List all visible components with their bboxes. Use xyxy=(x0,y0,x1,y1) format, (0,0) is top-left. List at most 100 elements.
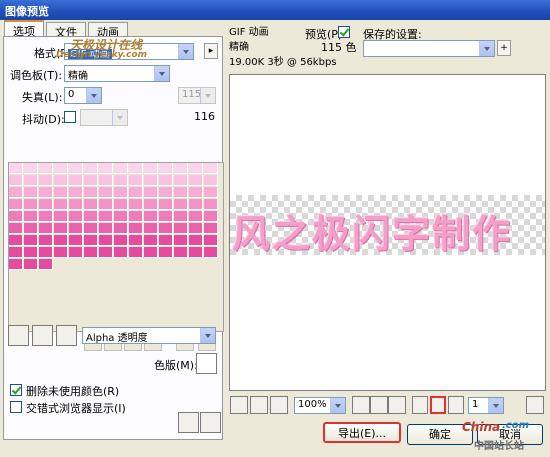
last-frame-icon[interactable] xyxy=(448,396,464,414)
export-button[interactable]: 导出(E)... xyxy=(323,422,401,443)
palette-swatch[interactable] xyxy=(174,211,188,222)
palette-swatch[interactable] xyxy=(69,199,83,210)
chevron-down-icon[interactable] xyxy=(200,88,215,103)
palette-swatch[interactable] xyxy=(9,199,23,210)
frame-select[interactable]: 1 xyxy=(468,397,504,414)
palette-swatch[interactable] xyxy=(204,247,218,258)
palette-swatch[interactable] xyxy=(189,163,203,174)
palette-swatch[interactable] xyxy=(39,187,53,198)
palette-swatch[interactable] xyxy=(84,175,98,186)
palette-swatch[interactable] xyxy=(84,187,98,198)
chevron-down-icon[interactable] xyxy=(86,88,101,103)
palette-swatch[interactable] xyxy=(129,247,143,258)
palette-swatch[interactable] xyxy=(159,235,173,246)
palette-swatch[interactable] xyxy=(24,235,38,246)
chevron-down-icon[interactable] xyxy=(479,41,494,56)
palette-swatch[interactable] xyxy=(189,235,203,246)
palette-swatch[interactable] xyxy=(69,163,83,174)
palette-swatch[interactable] xyxy=(159,175,173,186)
preview-checkbox[interactable] xyxy=(338,26,350,38)
palette-swatch[interactable] xyxy=(24,187,38,198)
palette-select[interactable]: 精确 xyxy=(64,65,170,82)
two-up-view-icon[interactable] xyxy=(370,396,388,414)
palette-swatch[interactable] xyxy=(99,247,113,258)
palette-swatch[interactable] xyxy=(99,211,113,222)
palette-swatch[interactable] xyxy=(39,211,53,222)
palette-swatch[interactable] xyxy=(114,235,128,246)
palette-swatch[interactable] xyxy=(9,223,23,234)
palette-swatch[interactable] xyxy=(144,187,158,198)
palette-swatch[interactable] xyxy=(99,187,113,198)
palette-swatch[interactable] xyxy=(204,187,218,198)
palette-swatch[interactable] xyxy=(69,211,83,222)
palette-swatch[interactable] xyxy=(24,211,38,222)
palette-swatch[interactable] xyxy=(84,247,98,258)
palette-swatch[interactable] xyxy=(129,175,143,186)
palette-swatch[interactable] xyxy=(54,199,68,210)
palette-swatch[interactable] xyxy=(9,211,23,222)
palette-swatch[interactable] xyxy=(39,223,53,234)
color-palette[interactable] xyxy=(8,162,224,332)
loss-input[interactable]: 0 xyxy=(64,87,102,104)
optimize-wand-icon[interactable] xyxy=(178,412,199,433)
palette-swatch[interactable] xyxy=(204,199,218,210)
palette-swatch[interactable] xyxy=(69,223,83,234)
palette-swatch[interactable] xyxy=(144,223,158,234)
palette-swatch[interactable] xyxy=(24,175,38,186)
palette-swatch[interactable] xyxy=(189,211,203,222)
palette-swatch[interactable] xyxy=(129,187,143,198)
transparency-select[interactable]: Alpha 透明度 xyxy=(82,327,216,344)
palette-swatch[interactable] xyxy=(144,235,158,246)
palette-swatch[interactable] xyxy=(99,175,113,186)
first-frame-icon[interactable] xyxy=(412,396,428,414)
next-frame-icon[interactable] xyxy=(526,396,544,414)
palette-swatch[interactable] xyxy=(69,175,83,186)
palette-swatch[interactable] xyxy=(144,175,158,186)
chevron-down-icon[interactable] xyxy=(178,44,193,59)
palette-swatch[interactable] xyxy=(54,247,68,258)
eyedropper-remove-icon[interactable] xyxy=(56,325,77,346)
palette-swatch[interactable] xyxy=(9,247,23,258)
palette-swatch[interactable] xyxy=(84,235,98,246)
palette-swatch[interactable] xyxy=(9,187,23,198)
chevron-down-icon[interactable] xyxy=(154,66,169,81)
palette-swatch[interactable] xyxy=(54,175,68,186)
palette-swatch[interactable] xyxy=(69,247,83,258)
palette-swatch[interactable] xyxy=(54,223,68,234)
palette-swatch[interactable] xyxy=(174,247,188,258)
palette-swatch[interactable] xyxy=(159,187,173,198)
palette-swatch[interactable] xyxy=(24,199,38,210)
palette-swatch[interactable] xyxy=(204,163,218,174)
palette-swatch[interactable] xyxy=(114,223,128,234)
palette-swatch[interactable] xyxy=(9,235,23,246)
palette-swatch[interactable] xyxy=(114,187,128,198)
palette-swatch[interactable] xyxy=(24,259,38,270)
palette-swatch[interactable] xyxy=(84,223,98,234)
remove-unused-checkbox[interactable] xyxy=(10,384,22,396)
chevron-down-icon[interactable] xyxy=(330,398,345,413)
palette-swatch[interactable] xyxy=(84,199,98,210)
palette-swatch[interactable] xyxy=(24,223,38,234)
palette-swatch[interactable] xyxy=(174,199,188,210)
palette-swatch[interactable] xyxy=(9,259,23,270)
eyedropper-icon[interactable] xyxy=(8,325,29,346)
palette-swatch[interactable] xyxy=(204,235,218,246)
palette-swatch[interactable] xyxy=(159,223,173,234)
palette-swatch[interactable] xyxy=(174,223,188,234)
colors-select[interactable]: 115 xyxy=(178,87,216,104)
palette-swatch[interactable] xyxy=(159,199,173,210)
palette-swatch[interactable] xyxy=(204,223,218,234)
palette-swatch[interactable] xyxy=(189,175,203,186)
palette-swatch[interactable] xyxy=(159,247,173,258)
palette-swatch[interactable] xyxy=(54,187,68,198)
palette-swatch[interactable] xyxy=(144,211,158,222)
chevron-down-icon[interactable] xyxy=(200,328,215,343)
palette-swatch[interactable] xyxy=(174,163,188,174)
rotate-icon[interactable] xyxy=(200,412,221,433)
matte-swatch[interactable] xyxy=(196,353,217,374)
palette-swatch[interactable] xyxy=(174,235,188,246)
dither-checkbox[interactable] xyxy=(64,111,76,123)
palette-swatch[interactable] xyxy=(24,247,38,258)
palette-swatch[interactable] xyxy=(114,175,128,186)
palette-swatch[interactable] xyxy=(204,211,218,222)
